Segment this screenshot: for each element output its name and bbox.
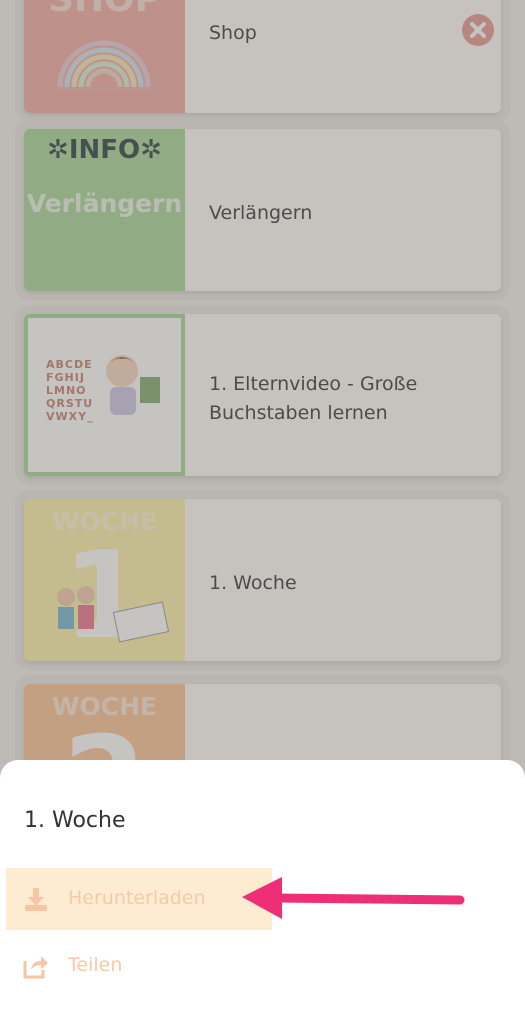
download-label: Herunterladen xyxy=(68,887,206,909)
download-icon xyxy=(25,888,47,911)
sheet-title: 1. Woche xyxy=(24,808,126,833)
download-option[interactable]: Herunterladen xyxy=(6,868,272,930)
share-icon xyxy=(23,956,48,979)
action-sheet: 1. Woche Herunterladen Teilen xyxy=(0,760,525,1024)
share-label: Teilen xyxy=(68,954,123,976)
share-option[interactable]: Teilen xyxy=(6,935,272,997)
